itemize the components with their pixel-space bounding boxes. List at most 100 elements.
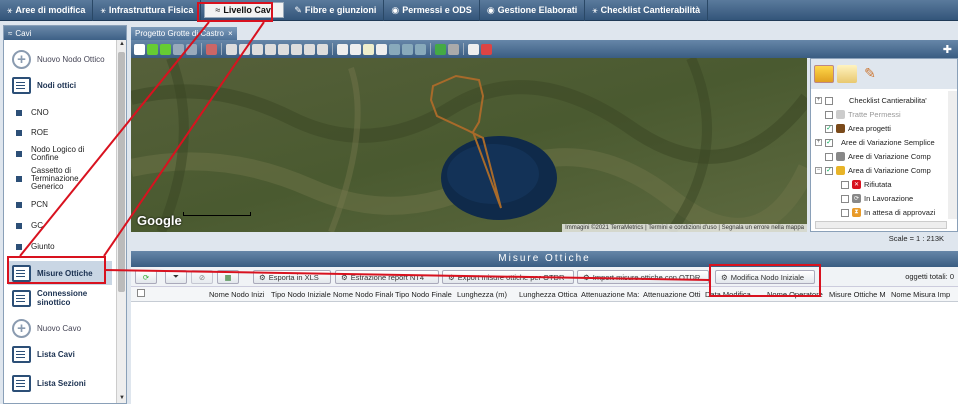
layer-checkbox[interactable] xyxy=(825,110,833,119)
import-otdr-button[interactable]: ⚙ Import misure ottiche con OTDR xyxy=(577,270,709,284)
column-header[interactable]: Attenuazione Ma: xyxy=(579,290,641,299)
sidebar-item-nuovo-nodo-ottico[interactable]: + Nuovo Nodo Ottico xyxy=(12,50,116,69)
sidebar-item-giunto[interactable]: Giunto xyxy=(12,242,116,251)
pencil-icon[interactable]: ✎ xyxy=(860,65,880,83)
scroll-down-icon[interactable]: ▼ xyxy=(117,395,126,401)
sidebar-item-lista-cavi[interactable]: Lista Cavi xyxy=(12,346,116,363)
polyline-tool-icon[interactable] xyxy=(389,43,400,55)
grid-tool-icon[interactable] xyxy=(239,43,250,55)
pan-tool-icon[interactable] xyxy=(173,43,184,55)
layer-rifiutata[interactable]: ✕ Rifiutata xyxy=(841,180,892,189)
map-credits[interactable]: Immagini ©2021 TerraMetrics | Termini e … xyxy=(562,224,807,232)
layers-scrollbar[interactable] xyxy=(948,91,957,219)
polygon-tool-icon[interactable] xyxy=(402,43,413,55)
measure-tool-icon[interactable] xyxy=(350,43,361,55)
sidebar-item-lista-sezioni[interactable]: Lista Sezioni xyxy=(12,375,116,392)
column-header[interactable]: Tipo Nodo Iniziale xyxy=(269,290,331,299)
column-header[interactable]: Nome Nodo Inizi xyxy=(207,290,269,299)
layer-tratte-permessi[interactable]: Tratte Permessi xyxy=(815,110,901,119)
column-header[interactable]: Data Modifica xyxy=(703,290,765,299)
clear-icon[interactable] xyxy=(448,43,459,55)
refresh-button[interactable]: ⟳ xyxy=(135,270,157,284)
info-tool-icon[interactable] xyxy=(337,43,348,55)
satellite-map[interactable]: Google Immagini ©2021 TerraMetrics | Ter… xyxy=(131,58,807,232)
select-tool-icon[interactable] xyxy=(134,43,145,55)
layer-checkbox[interactable]: ✓ xyxy=(825,138,833,147)
nav-livello-cavi[interactable]: ≈ Livello Cavi xyxy=(204,2,285,18)
layers-icon[interactable] xyxy=(814,65,834,83)
sidebar-item-pcn[interactable]: PCN xyxy=(12,200,116,209)
layer-area-progetti[interactable]: ✓ Area progetti xyxy=(815,124,891,133)
layer-aree-variazione-comp[interactable]: Aree di Variazione Comp xyxy=(815,152,931,161)
full-extent-icon[interactable] xyxy=(291,43,302,55)
column-header[interactable]: Nome Misura Imp xyxy=(889,290,952,299)
column-header[interactable]: Misure Ottiche M xyxy=(827,290,889,299)
collapse-icon[interactable]: − xyxy=(815,167,822,174)
sidebar-item-connessione-sinottico[interactable]: Connessione sinottico xyxy=(12,289,116,307)
column-header[interactable]: Nome Nodo Finale xyxy=(331,290,393,299)
scroll-up-icon[interactable]: ▲ xyxy=(117,41,126,47)
layer-in-attesa[interactable]: ⧗ In attesa di approvazi xyxy=(841,208,935,217)
layer-area-variazione-comp[interactable]: − ✓ Area di Variazione Comp xyxy=(815,166,931,175)
line-tool-icon[interactable] xyxy=(376,43,387,55)
filter-button[interactable]: ⏷ xyxy=(165,270,187,284)
tab-progetto[interactable]: Progetto Grotte di Castro × xyxy=(131,27,237,40)
layer-tool-icon[interactable] xyxy=(226,43,237,55)
nav-aree-di-modifica[interactable]: ⚹ Aree di modifica xyxy=(0,0,94,21)
scrollbar-thumb[interactable] xyxy=(118,52,125,292)
layer-aree-variazione-semplice[interactable]: + ✓ Aree di Variazione Semplice xyxy=(815,138,935,147)
nav-permessi-e-ods[interactable]: ◉ Permessi e ODS xyxy=(384,0,480,21)
clear-filter-button[interactable]: ⊘ xyxy=(191,270,213,284)
sidebar-item-roe[interactable]: ROE xyxy=(12,128,116,137)
expand-icon[interactable]: + xyxy=(815,97,822,104)
zoom-box-icon[interactable] xyxy=(252,43,263,55)
panel-splitter[interactable] xyxy=(131,244,958,251)
prev-extent-icon[interactable] xyxy=(304,43,315,55)
magnify-plus-icon[interactable] xyxy=(265,43,276,55)
edit-tool-icon[interactable] xyxy=(186,43,197,55)
estrazione-report-button[interactable]: ⚙ Estrazione report NT4 xyxy=(335,270,439,284)
refresh-icon[interactable] xyxy=(435,43,446,55)
layers-horizontal-scrollbar[interactable] xyxy=(815,221,947,229)
sidebar-item-gc[interactable]: GC xyxy=(12,221,116,230)
layer-checkbox[interactable] xyxy=(841,208,849,217)
columns-button[interactable]: ▦ xyxy=(217,270,239,284)
column-header[interactable]: Tipo Nodo Finale xyxy=(393,290,455,299)
next-extent-icon[interactable] xyxy=(317,43,328,55)
layer-checkbox[interactable] xyxy=(825,152,833,161)
close-icon[interactable]: × xyxy=(228,29,233,38)
zoom-in-tool-icon[interactable] xyxy=(147,43,158,55)
esporta-xls-button[interactable]: ⚙ Esporta in XLS xyxy=(253,270,331,284)
layer-checkbox[interactable] xyxy=(841,180,849,189)
table-body[interactable] xyxy=(131,302,958,404)
layer-checkbox[interactable]: ✓ xyxy=(825,124,833,133)
select-all-checkbox[interactable] xyxy=(131,289,147,299)
layer-in-lavorazione[interactable]: ⟳ In Lavorazione xyxy=(841,194,913,203)
zoom-out-tool-icon[interactable] xyxy=(160,43,171,55)
nav-fibre-e-giunzioni[interactable]: ✎ Fibre e giunzioni xyxy=(287,0,385,21)
sidebar-scrollbar[interactable]: ▲ ▼ xyxy=(116,40,126,403)
check-tool-icon[interactable] xyxy=(415,43,426,55)
ruler-tool-icon[interactable] xyxy=(363,43,374,55)
layer-checklist[interactable]: + Checklist Cantierabilita' xyxy=(815,96,927,105)
sidebar-item-misure-ottiche[interactable]: Misure Ottiche xyxy=(8,261,112,285)
sidebar-item-cno[interactable]: CNO xyxy=(12,108,116,117)
pin-tool-icon[interactable] xyxy=(206,43,217,55)
layer-checkbox[interactable] xyxy=(825,96,833,105)
maximize-icon[interactable]: ✚ xyxy=(943,43,952,56)
sidebar-item-nuovo-cavo[interactable]: + Nuovo Cavo xyxy=(12,319,116,338)
nav-checklist-cantierabilita[interactable]: ⚹ Checklist Cantierabilità xyxy=(585,0,709,21)
layer-checkbox[interactable] xyxy=(841,194,849,203)
expand-icon[interactable]: + xyxy=(815,139,822,146)
layers-alt-icon[interactable] xyxy=(837,65,857,83)
magnify-minus-icon[interactable] xyxy=(278,43,289,55)
sidebar-item-nodi-ottici[interactable]: Nodi ottici xyxy=(12,77,116,94)
nav-infrastruttura-fisica[interactable]: ⚹ Infrastruttura Fisica xyxy=(93,0,202,21)
sidebar-item-cassetto[interactable]: Cassetto di Terminazione Generico xyxy=(12,167,116,191)
export-otdr-button[interactable]: ⚙ Export misure ottiche per OTDR xyxy=(442,270,574,284)
column-header[interactable]: Lunghezza Ottica xyxy=(517,290,579,299)
pdf-icon[interactable] xyxy=(481,43,492,55)
layer-checkbox[interactable]: ✓ xyxy=(825,166,833,175)
modifica-nodo-iniziale-button[interactable]: ⚙ Modifica Nodo Iniziale xyxy=(715,270,815,284)
sidebar-item-nodo-logico[interactable]: Nodo Logico di Confine xyxy=(12,146,116,162)
